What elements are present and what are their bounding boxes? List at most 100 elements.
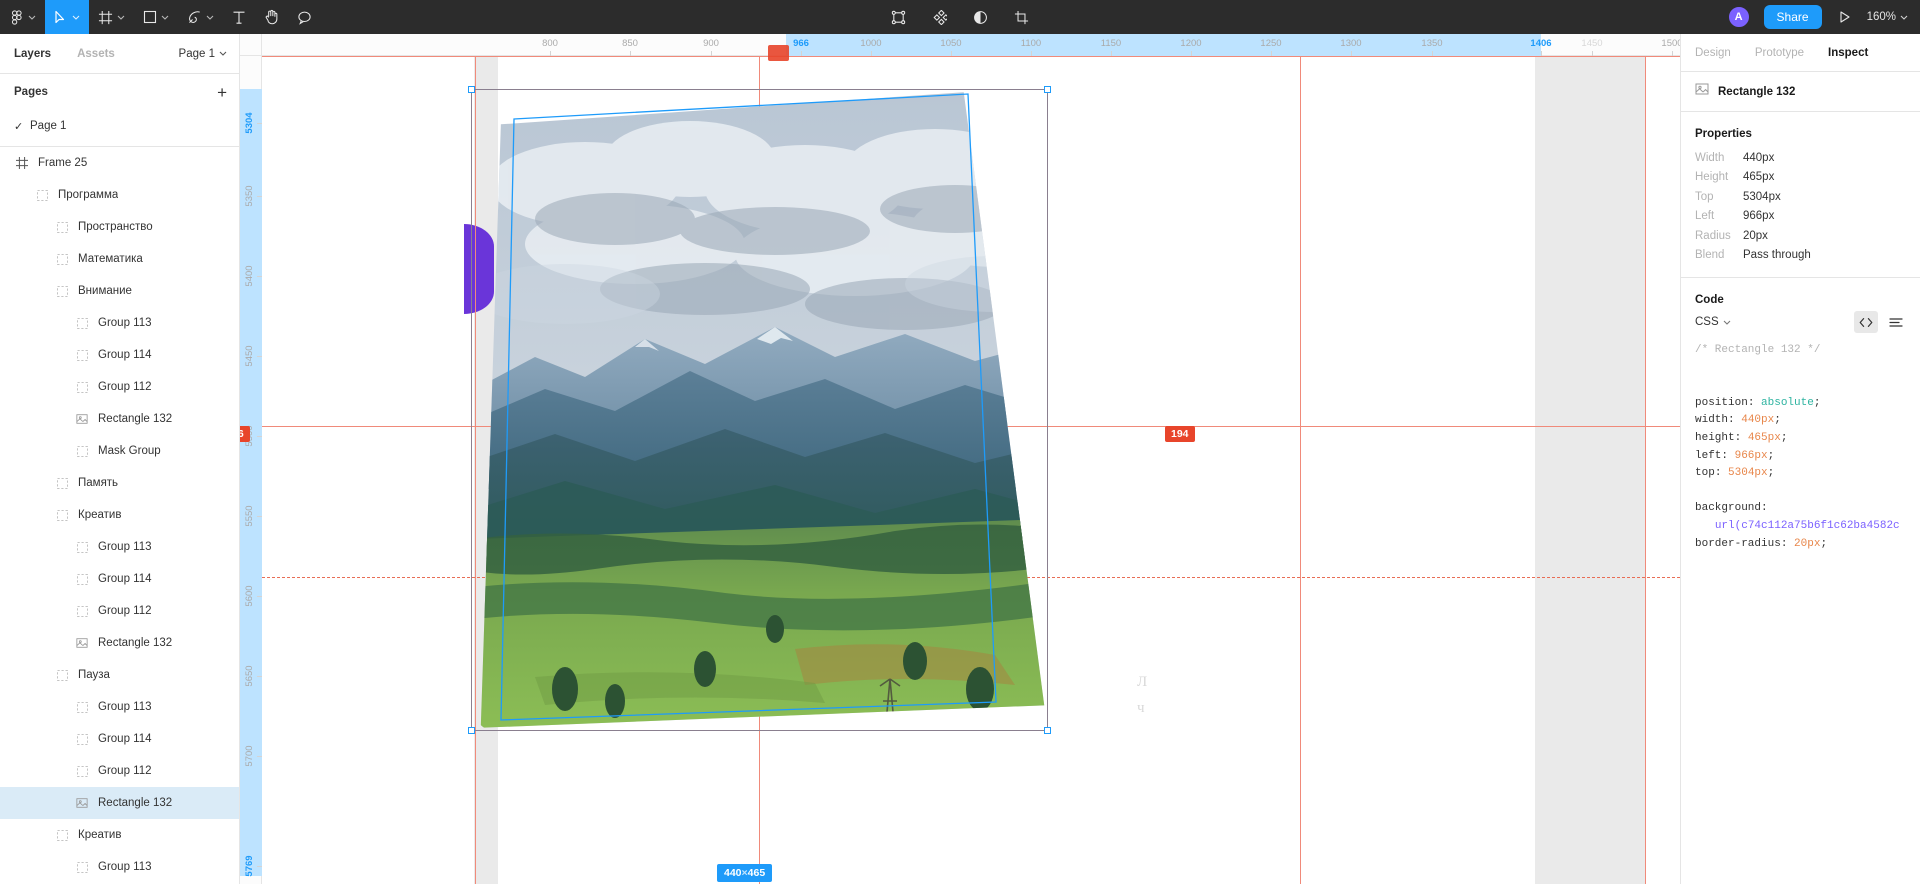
layer-row[interactable]: Group 113 <box>0 691 239 723</box>
move-tool-icon[interactable] <box>45 0 89 34</box>
ruler-h-tick: 1350 <box>1421 38 1443 49</box>
layer-row[interactable]: Rectangle 132 <box>0 787 239 819</box>
group-icon <box>74 571 90 587</box>
guide-vertical-far-right[interactable] <box>1645 56 1646 884</box>
code-value: 465px <box>1747 431 1781 444</box>
pen-tool-icon[interactable] <box>178 0 223 34</box>
left-panel: Layers Assets Page 1 Pages + ✓ Page 1 Fr… <box>0 34 240 884</box>
properties-section-title: Properties <box>1695 128 1752 140</box>
layer-row[interactable]: Rectangle 132 <box>0 403 239 435</box>
share-button[interactable]: Share <box>1763 5 1822 29</box>
figma-menu-icon[interactable] <box>0 0 45 34</box>
tab-assets[interactable]: Assets <box>77 48 115 60</box>
ruler-v-mark <box>257 866 262 867</box>
layer-row[interactable]: Group 113 <box>0 531 239 563</box>
property-value[interactable]: 440px <box>1743 152 1774 164</box>
group-icon <box>74 539 90 555</box>
size-badge-height: 465 <box>747 867 766 879</box>
layer-row[interactable]: Group 112 <box>0 595 239 627</box>
property-key: Top <box>1695 190 1714 203</box>
layer-row[interactable]: Group 112 <box>0 755 239 787</box>
layer-row[interactable]: Mask Group <box>0 435 239 467</box>
code-toolbar: CSS <box>1681 311 1920 333</box>
code-block[interactable]: /* Rectangle 132 */ position: absolute; w… <box>1681 328 1920 553</box>
frame-icon <box>14 155 30 171</box>
layer-row[interactable]: Frame 25 <box>0 147 239 179</box>
frame-tool-icon[interactable] <box>89 0 134 34</box>
ruler-v-mark <box>257 516 262 517</box>
add-page-button[interactable]: + <box>217 84 227 101</box>
zoom-level-selector[interactable]: 160% <box>1867 11 1908 23</box>
ruler-v-mark <box>257 123 262 124</box>
shape-tool-icon[interactable] <box>134 0 178 34</box>
ruler-h-tick: 1450 <box>1581 38 1603 49</box>
layer-row[interactable]: Group 112 <box>0 371 239 403</box>
layer-row[interactable]: Математика <box>0 243 239 275</box>
selection-handle-bl[interactable] <box>468 727 475 734</box>
tab-design[interactable]: Design <box>1695 47 1731 59</box>
layer-row-label: Group 112 <box>98 765 152 777</box>
components-grid-icon[interactable] <box>928 0 951 34</box>
tab-inspect[interactable]: Inspect <box>1828 47 1868 59</box>
page-item-label: Page 1 <box>30 120 67 132</box>
layer-row[interactable]: Креатив <box>0 819 239 851</box>
top-toolbar: A Share 160% <box>0 0 1920 34</box>
avatar[interactable]: A <box>1727 6 1750 28</box>
layer-row[interactable]: Пространство <box>0 211 239 243</box>
property-value[interactable]: Pass through <box>1743 249 1811 261</box>
tab-prototype[interactable]: Prototype <box>1755 47 1804 59</box>
selection-handle-tl[interactable] <box>468 86 475 93</box>
property-value[interactable]: 5304px <box>1743 191 1781 203</box>
layer-row-label: Group 114 <box>98 349 152 361</box>
guide-vertical-right[interactable] <box>1300 56 1301 884</box>
layer-row[interactable]: Group 114 <box>0 563 239 595</box>
layer-row[interactable]: Креатив <box>0 499 239 531</box>
play-icon[interactable] <box>1836 0 1853 34</box>
layer-row-label: Group 112 <box>98 605 152 617</box>
layer-row[interactable]: Group 114 <box>0 339 239 371</box>
component-icon[interactable] <box>887 0 910 34</box>
distance-badge-right: 194 <box>1165 426 1195 442</box>
list-lines-icon[interactable] <box>1884 311 1908 333</box>
layer-row[interactable]: Group 113 <box>0 851 239 883</box>
code-language-selector[interactable]: CSS <box>1695 316 1731 328</box>
ruler-h-mark <box>1031 51 1032 56</box>
hand-tool-icon[interactable] <box>255 0 288 34</box>
layer-row[interactable]: Group 114 <box>0 723 239 755</box>
layer-row[interactable]: Внимание <box>0 275 239 307</box>
layer-row[interactable]: Group 113 <box>0 307 239 339</box>
ruler-h-tick: 1050 <box>940 38 962 49</box>
ruler-h-mark <box>630 51 631 56</box>
page-item-page-1[interactable]: ✓ Page 1 <box>0 110 239 142</box>
text-tool-icon[interactable] <box>223 0 255 34</box>
ruler-horizontal[interactable]: 800 850 900 966 1000 1050 1100 1150 1200 1250 1300… <box>240 34 1680 56</box>
ruler-h-mark <box>711 51 712 56</box>
layer-row[interactable]: Память <box>0 467 239 499</box>
selection-handle-br[interactable] <box>1044 727 1051 734</box>
group-icon <box>74 731 90 747</box>
mask-icon[interactable] <box>969 0 992 34</box>
page-selector[interactable]: Page 1 <box>179 48 227 60</box>
rectangle-132-image[interactable] <box>480 92 1045 728</box>
selection-handle-tr[interactable] <box>1044 86 1051 93</box>
code-brackets-icon[interactable] <box>1854 311 1878 333</box>
comment-tool-icon[interactable] <box>288 0 321 34</box>
property-value[interactable]: 465px <box>1743 171 1774 183</box>
layer-row[interactable]: Пауза <box>0 659 239 691</box>
property-row: Left 966px <box>1681 207 1920 227</box>
layer-row[interactable]: Программа <box>0 179 239 211</box>
guide-vertical-left[interactable] <box>475 56 476 884</box>
canvas[interactable]: Л ч 194 66 440×465 8008 <box>240 34 1680 884</box>
property-value[interactable]: 966px <box>1743 210 1774 222</box>
tab-layers[interactable]: Layers <box>14 48 51 60</box>
ruler-v-tick: 5700 <box>244 745 255 767</box>
property-key: Left <box>1695 210 1715 223</box>
crop-icon[interactable] <box>1010 0 1033 34</box>
ruler-h-mark <box>1111 51 1112 56</box>
layer-row[interactable]: Rectangle 132 <box>0 627 239 659</box>
code-comment: /* Rectangle 132 */ <box>1695 344 1821 356</box>
ruler-vertical[interactable]: 5304535054005450550055505600565057005769 <box>240 34 262 884</box>
ruler-h-tick: 850 <box>622 38 638 49</box>
property-value[interactable]: 20px <box>1743 230 1768 242</box>
guide-horizontal-top[interactable] <box>262 56 1680 57</box>
